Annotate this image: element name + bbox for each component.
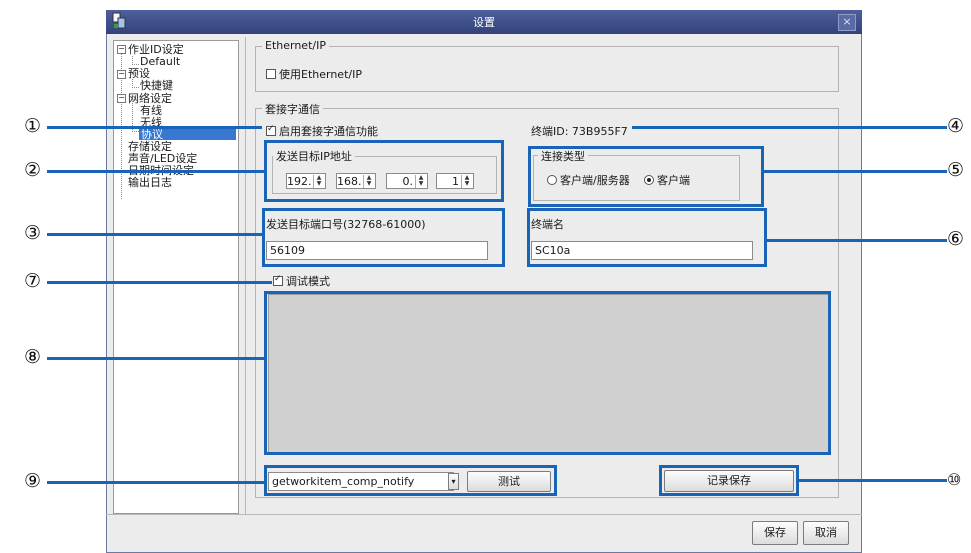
tree-item-sound-led[interactable]: 声音/LED设定 — [128, 153, 197, 164]
ip-octet-3-input[interactable]: 0. ▲ ▼ — [386, 173, 428, 189]
port-label: 发送目标端口号(32768-61000) — [266, 218, 426, 231]
callout-3: ③ — [24, 222, 42, 244]
tree-item-shortcut[interactable]: 快捷键 — [140, 80, 173, 91]
tree-line — [132, 56, 139, 65]
ip-address-label: 发送目标IP地址 — [273, 148, 355, 164]
footer-divider — [106, 514, 862, 515]
ip-octet-3-value: 0. — [402, 175, 414, 188]
callout-line — [764, 170, 947, 173]
ip-octet-2-value: 168. — [337, 175, 362, 188]
callout-4: ④ — [947, 115, 965, 137]
radio-icon[interactable] — [547, 175, 557, 185]
radio-client-server[interactable]: 客户端/服务器 — [547, 172, 630, 188]
radio-client-server-label: 客户端/服务器 — [560, 174, 630, 187]
save-button[interactable]: 保存 — [752, 521, 798, 545]
callout-line — [767, 239, 947, 242]
tree-item-preset[interactable]: 预设 — [128, 68, 150, 79]
ip-octet-2-input[interactable]: 168. ▲ ▼ — [336, 173, 376, 189]
callout-line — [799, 479, 947, 482]
callout-1: ① — [24, 115, 42, 137]
tree-item-output-log[interactable]: 输出日志 — [128, 177, 172, 188]
ethernet-ip-checkbox[interactable]: 使用Ethernet/IP — [266, 66, 362, 82]
collapse-icon[interactable]: − — [117, 94, 126, 103]
tree-item-job-id[interactable]: 作业ID设定 — [128, 44, 184, 55]
radio-icon[interactable] — [644, 175, 654, 185]
callout-2: ② — [24, 159, 42, 181]
terminal-id-label: 终端ID: — [531, 125, 569, 138]
tree-item-default[interactable]: Default — [140, 56, 180, 67]
debug-mode-checkbox[interactable]: 调试模式 — [273, 273, 330, 289]
window-title: 设置 — [473, 16, 495, 29]
callout-line — [47, 281, 272, 284]
callout-line — [47, 126, 262, 129]
callout-line — [47, 481, 264, 484]
spinner-arrows-icon[interactable]: ▲ ▼ — [313, 175, 324, 188]
terminal-id-value: 73B955F7 — [571, 125, 628, 138]
chevron-down-icon[interactable]: ▾ — [448, 473, 459, 490]
spinner-arrows-icon[interactable]: ▲ ▼ — [363, 175, 374, 188]
close-icon[interactable]: × — [838, 14, 856, 31]
terminal-name-input[interactable]: SC10a — [531, 241, 753, 260]
callout-line — [47, 233, 262, 236]
terminal-id: 终端ID: 73B955F7 — [531, 123, 628, 139]
ethernet-ip-group-label: Ethernet/IP — [262, 39, 329, 52]
checkbox-icon[interactable] — [273, 274, 283, 286]
callout-10: ⑩ — [947, 470, 962, 489]
callout-9: ⑨ — [24, 470, 42, 492]
socket-group-label: 套接字通信 — [262, 101, 323, 117]
save-log-button[interactable]: 记录保存 — [664, 470, 794, 492]
collapse-icon[interactable]: − — [117, 70, 126, 79]
radio-client-label: 客户端 — [657, 174, 690, 187]
cancel-button[interactable]: 取消 — [803, 521, 849, 545]
callout-line — [632, 126, 947, 129]
collapse-icon[interactable]: − — [117, 45, 126, 54]
port-input[interactable]: 56109 — [266, 241, 488, 260]
settings-tree[interactable]: − 作业ID设定 Default − 预设 快捷键 − 网络设定 有线 无线 协… — [113, 40, 239, 514]
callout-8: ⑧ — [24, 346, 42, 368]
ip-octet-1-value: 192. — [287, 175, 312, 188]
enable-socket-label: 启用套接字通信功能 — [279, 125, 378, 138]
test-button[interactable]: 测试 — [467, 471, 551, 492]
enable-socket-checkbox[interactable]: 启用套接字通信功能 — [266, 123, 378, 139]
ip-octet-1-input[interactable]: 192. ▲ ▼ — [286, 173, 326, 189]
connection-type-label: 连接类型 — [538, 148, 588, 164]
checkbox-icon[interactable] — [266, 124, 276, 136]
terminal-name-label: 终端名 — [531, 218, 564, 231]
debug-log-area[interactable] — [268, 294, 829, 453]
callout-5: ⑤ — [947, 159, 965, 181]
debug-mode-label: 调试模式 — [286, 275, 330, 288]
radio-client[interactable]: 客户端 — [644, 172, 690, 188]
tree-item-storage[interactable]: 存储设定 — [128, 141, 172, 152]
callout-6: ⑥ — [947, 228, 965, 250]
ip-octet-4-input[interactable]: 1 ▲ ▼ — [436, 173, 474, 189]
tree-item-protocol[interactable]: 协议 — [139, 129, 236, 140]
tree-item-wired[interactable]: 有线 — [140, 105, 162, 116]
tree-line — [132, 79, 139, 88]
callout-line — [47, 170, 264, 173]
spinner-arrows-icon[interactable]: ▲ ▼ — [415, 175, 426, 188]
command-select[interactable]: getworkitem_comp_notify — [268, 472, 454, 491]
tree-item-network[interactable]: 网络设定 — [128, 93, 172, 104]
callout-7: ⑦ — [24, 270, 42, 292]
spinner-arrows-icon[interactable]: ▲ ▼ — [461, 175, 472, 188]
ip-octet-4-value: 1 — [452, 175, 459, 188]
divider — [245, 37, 246, 514]
callout-line — [47, 357, 264, 360]
checkbox-icon[interactable] — [266, 69, 276, 79]
ethernet-ip-checkbox-label: 使用Ethernet/IP — [279, 68, 362, 81]
title-bar[interactable]: 设置 × — [106, 10, 862, 34]
